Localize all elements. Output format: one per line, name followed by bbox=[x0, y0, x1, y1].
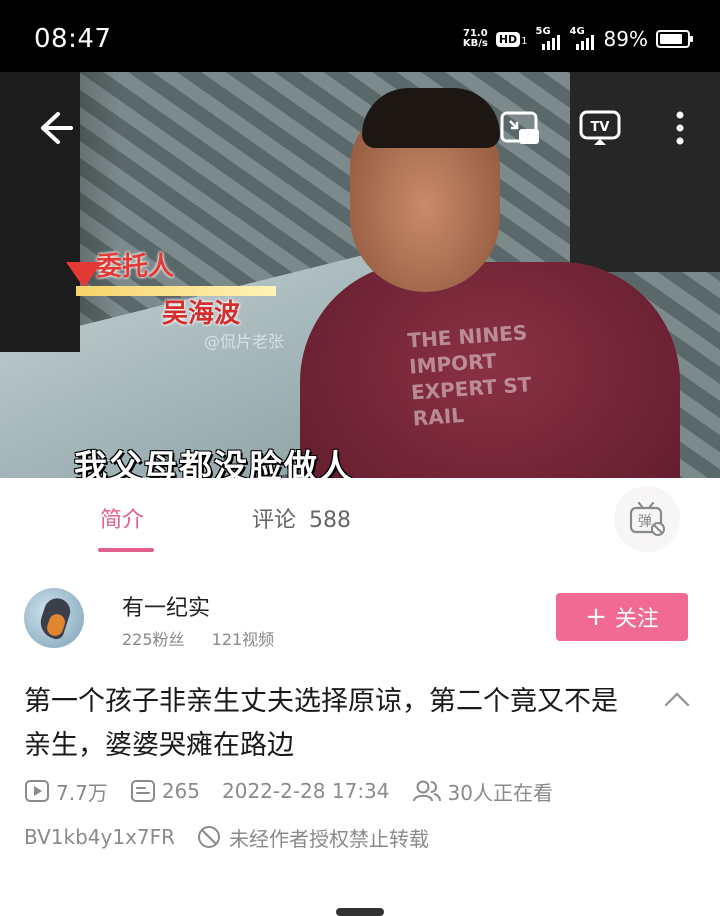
video-watermark: @侃片老张 bbox=[204, 332, 285, 351]
danmaku-toggle-button[interactable]: 弹 bbox=[614, 486, 680, 552]
battery-icon bbox=[656, 30, 693, 48]
back-button[interactable] bbox=[34, 108, 78, 148]
uploader-fans: 225粉丝 bbox=[122, 630, 185, 649]
view-count: 7.7万 bbox=[24, 777, 108, 806]
detail-tabs: 简介 评论 588 弹 bbox=[0, 478, 720, 560]
video-frame-figure-right bbox=[570, 72, 720, 272]
home-indicator[interactable] bbox=[336, 908, 384, 916]
video-title: 第一个孩子非亲生丈夫选择原谅，第二个竟又不是亲生，婆婆哭瘫在路边 bbox=[24, 686, 618, 761]
signal-4g-icon: 4G bbox=[570, 26, 596, 50]
video-player[interactable]: THE NINES IMPORT EXPERT ST RAIL 委托人 吴海波 … bbox=[0, 72, 720, 478]
danmaku-off-icon: 弹 bbox=[629, 501, 665, 536]
nameplate-role: 委托人 bbox=[96, 252, 175, 282]
status-indicators: 71.0 KB/s HD 1 5G 4G 89% bbox=[462, 22, 693, 56]
danmaku-count-icon bbox=[130, 780, 155, 802]
watching-now: 30人正在看 bbox=[412, 777, 553, 806]
svg-text:TV: TV bbox=[591, 120, 610, 135]
plus-icon: + bbox=[585, 602, 607, 632]
uploader-avatar[interactable] bbox=[24, 588, 84, 648]
network-speed: 71.0 KB/s bbox=[462, 28, 488, 49]
video-meta-row: 7.7万 265 2022-2-28 17:34 30人正在看 bbox=[24, 776, 575, 806]
tab-active-indicator bbox=[98, 548, 154, 552]
signal-5g-icon: 5G bbox=[536, 26, 562, 50]
more-button[interactable] bbox=[660, 108, 700, 148]
video-subtitle: 我父母都没脸做人 bbox=[74, 447, 354, 478]
reprint-notice: 未经作者授权禁止转载 bbox=[197, 823, 429, 852]
status-bar: 08:47 71.0 KB/s HD 1 5G 4G 89% bbox=[0, 0, 720, 72]
uploader-name[interactable]: 有一纪实 bbox=[122, 590, 210, 622]
follow-button[interactable]: + 关注 bbox=[556, 593, 688, 641]
more-vertical-icon bbox=[676, 111, 684, 145]
video-nameplate: 委托人 吴海波 bbox=[66, 246, 276, 330]
publish-datetime: 2022-2-28 17:34 bbox=[222, 779, 390, 803]
follow-label: 关注 bbox=[614, 607, 659, 632]
uploader-videos: 121视频 bbox=[211, 630, 275, 649]
forbidden-icon bbox=[198, 826, 221, 848]
svg-text:弹: 弹 bbox=[638, 514, 652, 530]
play-count-icon bbox=[25, 780, 49, 802]
bvid[interactable]: BV1kb4y1x7FR bbox=[24, 825, 175, 849]
hd-volte-icon: HD 1 bbox=[495, 31, 528, 47]
tv-cast-icon: TV bbox=[579, 110, 621, 145]
back-arrow-icon bbox=[41, 112, 73, 144]
picture-in-picture-icon bbox=[500, 111, 539, 144]
picture-in-picture-button[interactable] bbox=[498, 108, 542, 148]
tab-comments[interactable]: 评论 588 bbox=[252, 502, 351, 534]
bvid-row: BV1kb4y1x7FR 未经作者授权禁止转载 bbox=[24, 822, 429, 852]
people-watching-icon bbox=[412, 780, 441, 802]
tv-cast-button[interactable]: TV bbox=[578, 108, 622, 148]
comments-count: 588 bbox=[309, 508, 352, 533]
chevron-up-icon bbox=[664, 692, 690, 707]
status-time: 08:47 bbox=[34, 24, 112, 54]
collapse-description-button[interactable] bbox=[660, 684, 694, 714]
shirt-print: THE NINES IMPORT EXPERT ST RAIL bbox=[406, 320, 533, 431]
danmaku-count: 265 bbox=[130, 779, 200, 803]
uploader-stats: 225粉丝 121视频 bbox=[122, 626, 296, 650]
battery-percentage: 89% bbox=[603, 27, 648, 51]
nameplate-name: 吴海波 bbox=[162, 299, 241, 329]
tab-intro[interactable]: 简介 bbox=[100, 502, 144, 534]
